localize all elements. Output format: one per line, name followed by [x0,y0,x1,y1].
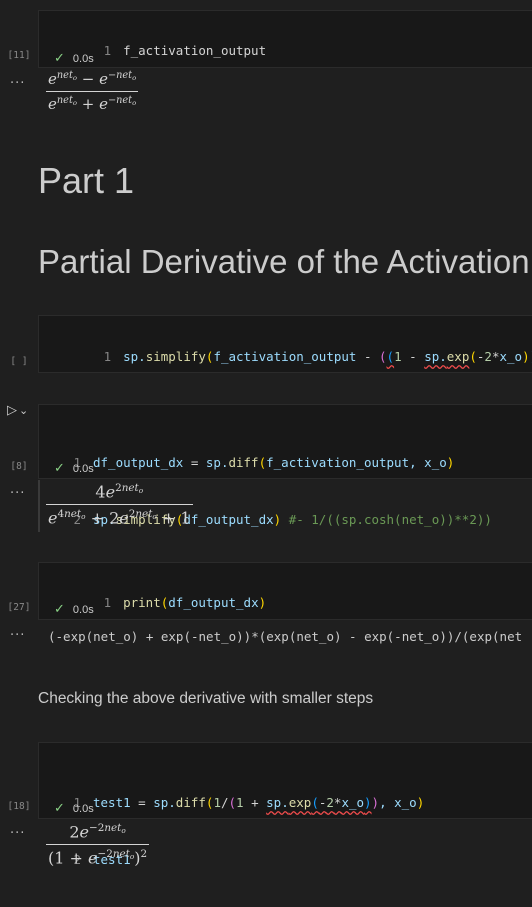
check-icon: ✓ [54,601,65,616]
run-cell-button[interactable]: ▷ ⌄ [7,403,35,423]
code-cell-empty[interactable]: 1 sp.simplify(f_activation_output - ((1 -… [38,315,532,373]
heading-part-1: Part 1 [38,160,135,201]
output-menu-icon[interactable]: ··· [10,76,25,91]
output-menu-icon[interactable]: ··· [10,486,25,501]
math-output-2: 4e2neto e4neto + 2e2neto + 1 [46,482,193,528]
chevron-down-icon: ⌄ [19,404,29,417]
cell-status: ✓ 0.0s [54,601,94,617]
markdown-text: Checking the above derivative with small… [38,690,374,707]
code-line: f_activation_output [123,43,267,58]
code-cell-27[interactable]: 1 print(df_output_dx) [38,562,532,620]
code-line: print(df_output_dx) [123,595,267,610]
execution-count: [27] [7,602,31,613]
line-number: 1 [103,349,112,364]
exec-time: 0.0s [72,604,94,616]
output-menu-icon[interactable]: ··· [10,628,25,643]
code-cell-8[interactable]: 1 df_output_dx = sp.diff(f_activation_out… [38,404,532,527]
cell-status: ✓ 0.0s [54,800,94,816]
output-menu-icon[interactable]: ··· [10,826,25,841]
code-line: sp.simplify(f_activation_output - ((1 - … [123,349,532,364]
execution-count: [11] [7,50,31,61]
exec-time: 0.0s [72,53,94,65]
print-output: (-exp(net_o) + exp(-net_o))*(exp(net_o) … [48,629,523,644]
heading-partial-derivative: Partial Derivative of the Activation [38,243,530,280]
cell-status: ✓ 0.0s [54,460,94,476]
code-line: test1 = sp.diff(1/(1 + sp.exp(-2*x_o)), … [93,795,425,810]
code-cell-18[interactable]: 1 test1 = sp.diff(1/(1 + sp.exp(-2*x_o)),… [38,742,532,867]
check-icon: ✓ [54,460,65,475]
check-icon: ✓ [54,50,65,65]
execution-count: [18] [7,801,31,812]
execution-count: [8] [10,461,28,472]
math-output-3: 2e−2neto (1 + e−2neto)2 [46,822,150,868]
exec-time: 0.0s [72,463,94,475]
cell-status: ✓ 0.0s [54,50,94,66]
code-line: df_output_dx = sp.diff(f_activation_outp… [93,455,455,470]
play-icon: ▷ [7,403,17,418]
exec-time: 0.0s [72,803,94,815]
selection-bar [38,480,40,532]
execution-count: [ ] [10,356,28,367]
check-icon: ✓ [54,800,65,815]
math-output-1: eneto − e−neto eneto + e−neto [46,70,139,113]
code-cell-11[interactable]: 1 f_activation_output [38,10,532,68]
